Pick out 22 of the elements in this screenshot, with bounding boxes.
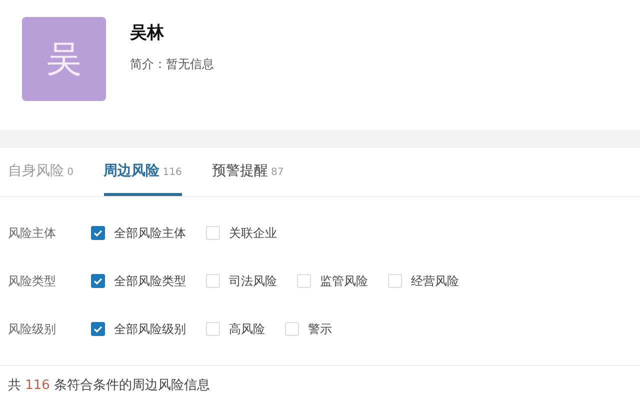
checkbox-label: 全部风险类型 (114, 272, 186, 290)
intro-text: 简介：暂无信息 (130, 56, 214, 73)
filter-label: 风险主体 (8, 224, 57, 242)
checkbox-label: 全部风险级别 (114, 320, 186, 338)
person-name: 吴林 (130, 22, 165, 44)
checkbox-label: 监管风险 (320, 272, 368, 290)
tab[interactable]: 周边风险 116 (104, 148, 182, 196)
tab[interactable]: 预警提醒 87 (212, 148, 284, 196)
result-summary: 共 116 条符合条件的周边风险信息 (7, 377, 212, 394)
avatar: 吴 (22, 17, 106, 101)
checkbox[interactable] (91, 274, 105, 288)
checkbox-label: 司法风险 (229, 272, 277, 290)
tab[interactable]: 自身风险 0 (8, 148, 74, 196)
filter-label: 风险级别 (8, 320, 57, 338)
checkbox-label: 高风险 (229, 320, 265, 338)
checkbox[interactable] (91, 226, 105, 240)
checkbox-label: 警示 (308, 320, 332, 338)
checkbox-label: 全部风险主体 (114, 224, 186, 242)
filter-label: 风险类型 (8, 272, 57, 290)
checkbox-label: 经营风险 (411, 272, 459, 290)
checkbox-label: 关联企业 (229, 224, 277, 242)
checkbox[interactable] (91, 322, 105, 336)
